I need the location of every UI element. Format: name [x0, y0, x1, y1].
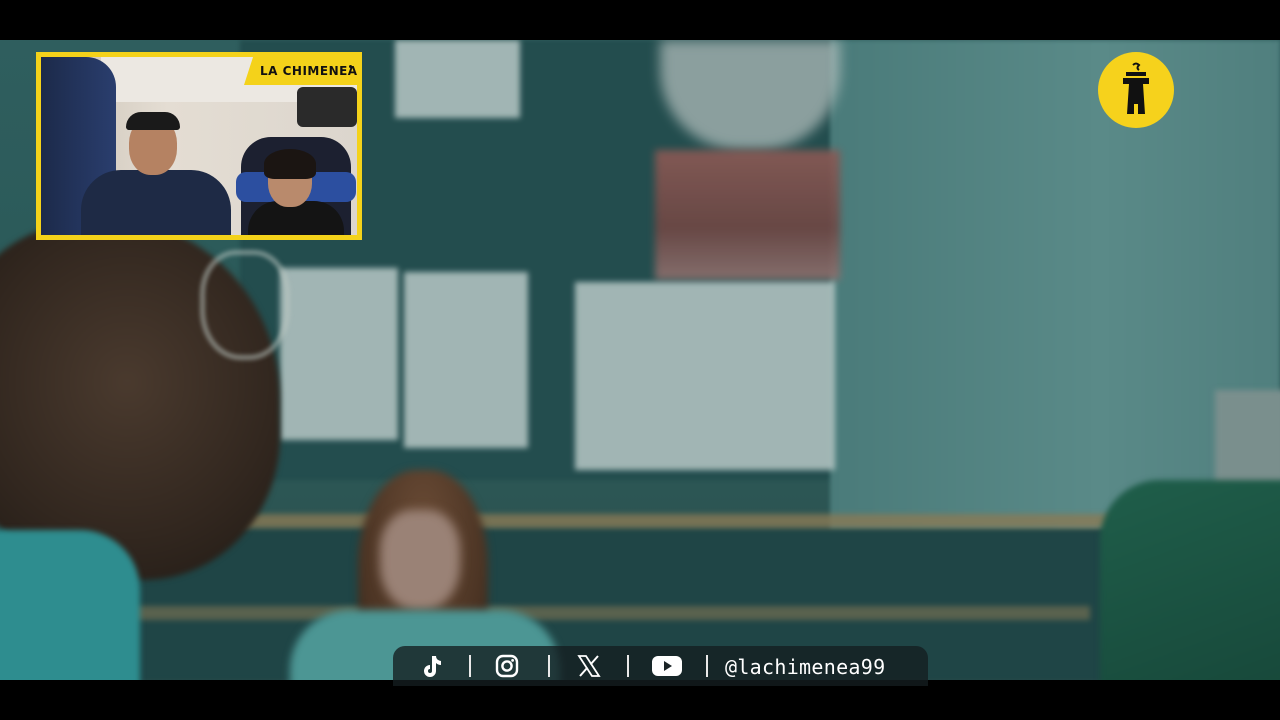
- man-jersey: [81, 170, 231, 235]
- man-cap: [126, 112, 180, 130]
- x-icon[interactable]: [577, 654, 601, 678]
- youtube-icon[interactable]: [652, 654, 682, 678]
- chimney-logo: [1098, 52, 1174, 128]
- notice-paper: [404, 272, 528, 448]
- social-bar: @lachimenea99: [393, 646, 928, 686]
- separator: [706, 655, 708, 677]
- streamer-woman: [236, 137, 356, 235]
- man-shirt: [0, 530, 140, 680]
- social-handle[interactable]: @lachimenea99: [725, 655, 885, 679]
- letterbox-bottom: [0, 680, 1280, 720]
- girl-face: [380, 510, 460, 610]
- glasses: [200, 250, 290, 360]
- instagram-icon[interactable]: [495, 654, 519, 678]
- letterbox-top: [0, 0, 1280, 40]
- separator: [548, 655, 550, 677]
- tiktok-icon[interactable]: [419, 654, 443, 678]
- notice-paper: [575, 282, 835, 470]
- notice-paper: [395, 40, 520, 118]
- person-right: [1100, 480, 1280, 680]
- channel-label-tag: LA CHIMENEA: [244, 57, 357, 85]
- notice-paper: [280, 268, 398, 440]
- label-dot: [349, 65, 352, 68]
- camera-gear: [297, 87, 357, 127]
- poster: [655, 150, 840, 280]
- lower-rail: [0, 606, 1090, 620]
- separator: [469, 655, 471, 677]
- channel-label: LA CHIMENEA: [260, 64, 358, 78]
- chimney-logo-icon: [1123, 62, 1149, 114]
- woman-hair: [264, 149, 316, 179]
- streamer-man: [81, 112, 231, 235]
- webcam-overlay: LA CHIMENEA: [36, 52, 362, 240]
- separator: [627, 655, 629, 677]
